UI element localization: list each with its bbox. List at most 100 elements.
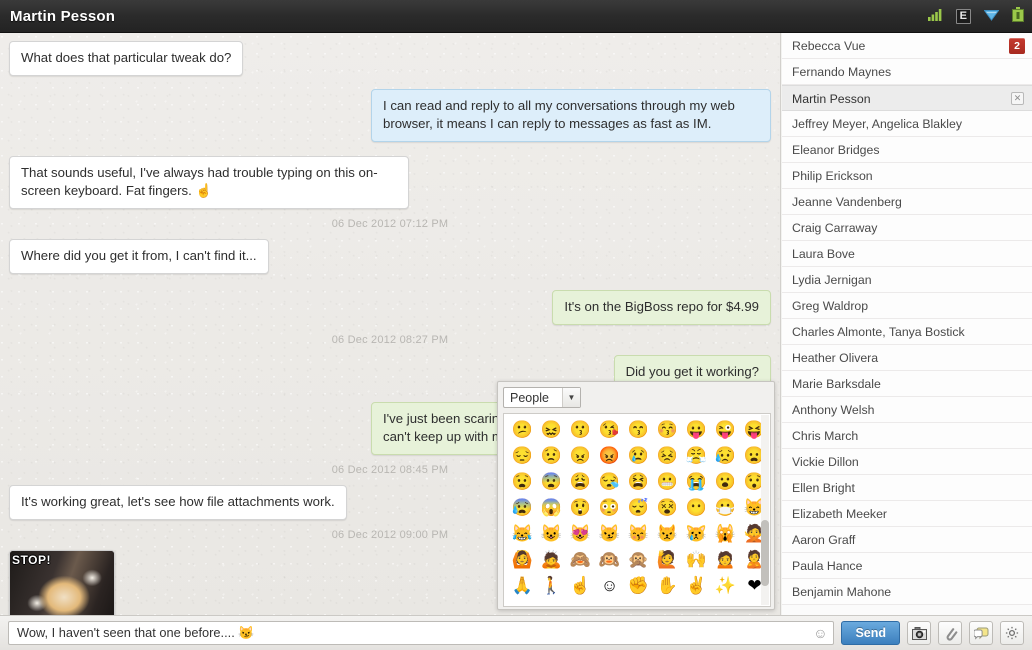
conversation-list-item[interactable]: Rebecca Vue 2	[782, 33, 1032, 59]
emoji-cell[interactable]: 😰	[508, 495, 537, 521]
conversation-list-item[interactable]: Lydia Jernigan	[782, 267, 1032, 293]
emoji-cell[interactable]: 🙇	[537, 547, 566, 573]
conversation-list-item[interactable]: Benjamin Mahone	[782, 579, 1032, 605]
emoji-cell[interactable]: 😶	[682, 495, 711, 521]
emoji-cell[interactable]: ☺	[595, 573, 624, 599]
emoji-cell[interactable]: 🙌	[682, 547, 711, 573]
unread-badge: 2	[1009, 38, 1025, 54]
emoji-cell[interactable]: ✌	[682, 573, 711, 599]
emoji-cell[interactable]: 😢	[624, 443, 653, 469]
emoji-cell[interactable]: 😽	[624, 521, 653, 547]
speech-bubble-icon[interactable]	[969, 621, 993, 645]
emoji-cell[interactable]: 😟	[537, 443, 566, 469]
conversation-list[interactable]: Rebecca Vue 2 Fernando Maynes Martin Pesson…	[782, 33, 1032, 615]
emoji-cell[interactable]: 😜	[711, 417, 740, 443]
camera-icon[interactable]	[907, 621, 931, 645]
attachment-image[interactable]: STOP! No more pictures	[9, 550, 115, 615]
emoji-cell[interactable]: 😼	[595, 521, 624, 547]
conversation-list-item[interactable]: Philip Erickson	[782, 163, 1032, 189]
conversation-name: Vickie Dillon	[792, 455, 859, 469]
gear-icon[interactable]	[1000, 621, 1024, 645]
conversation-list-item[interactable]: Paula Hance	[782, 553, 1032, 579]
emoji-cell[interactable]: 😗	[566, 417, 595, 443]
emoji-cell[interactable]: 😿	[682, 521, 711, 547]
emoji-cell[interactable]: 😤	[682, 443, 711, 469]
conversation-list-item[interactable]: Charles Almonte, Tanya Bostick	[782, 319, 1032, 345]
conversation-list-item[interactable]: Aaron Graff	[782, 527, 1032, 553]
conversation-list-item[interactable]: Anthony Welsh	[782, 397, 1032, 423]
emoji-cell[interactable]: 😳	[595, 495, 624, 521]
emoji-cell[interactable]: 🙋	[653, 547, 682, 573]
conversation-list-item[interactable]: Laura Bove	[782, 241, 1032, 267]
chevron-down-icon[interactable]: ▼	[562, 388, 580, 407]
emoji-cell[interactable]: 😻	[566, 521, 595, 547]
conversation-list-item[interactable]: Greg Waldrop	[782, 293, 1032, 319]
emoji-cell[interactable]: 🚶	[537, 573, 566, 599]
emoji-cell[interactable]: 😛	[682, 417, 711, 443]
emoji-cell[interactable]: 😾	[653, 521, 682, 547]
emoji-category-select[interactable]: People ▼	[503, 387, 581, 408]
emoji-cell[interactable]: 😱	[537, 495, 566, 521]
emoji-cell[interactable]: ☝	[566, 573, 595, 599]
emoji-cell[interactable]: ✊	[624, 573, 653, 599]
conversation-name: Charles Almonte, Tanya Bostick	[792, 325, 965, 339]
conversation-list-item[interactable]: Heather Olivera	[782, 345, 1032, 371]
emoji-picker-panel[interactable]: People ▼ 😕 😖 😗 😘 😙 😚 😛 😜 😝 😔 😟 😠 😡 😢 😣 😤 😥 😦 😧 😨 😩 😪 😫 😬 😭 😮 😯 😰 😱 😲 😳…	[497, 381, 775, 610]
emoji-scrollbar-thumb[interactable]	[761, 520, 769, 586]
emoji-cell[interactable]: 😩	[566, 469, 595, 495]
conversation-list-item[interactable]: Jeanne Vandenberg	[782, 189, 1032, 215]
conversation-list-item[interactable]: Martin Pesson ✕	[782, 85, 1032, 111]
send-button[interactable]: Send	[841, 621, 900, 645]
emoji-cell[interactable]: ✋	[653, 573, 682, 599]
emoji-cell[interactable]: ✨	[711, 573, 740, 599]
emoji-cell[interactable]: 😹	[508, 521, 537, 547]
conversation-name: Paula Hance	[792, 559, 863, 573]
emoji-cell[interactable]: 😠	[566, 443, 595, 469]
conversation-list-item[interactable]: Chris March	[782, 423, 1032, 449]
emoji-cell[interactable]: 🙍	[711, 547, 740, 573]
emoji-cell[interactable]: 😧	[508, 469, 537, 495]
emoji-grid-container[interactable]: 😕 😖 😗 😘 😙 😚 😛 😜 😝 😔 😟 😠 😡 😢 😣 😤 😥 😦 😧 😨 😩 😪 😫 😬 😭 😮 😯 😰 😱 😲 😳 😴 😵 😶 😷 😸 😹 😺 😻 😼…	[503, 413, 771, 607]
emoji-cell[interactable]: 😬	[653, 469, 682, 495]
emoji-cell[interactable]: 😕	[508, 417, 537, 443]
emoji-cell[interactable]: 😨	[537, 469, 566, 495]
conversation-list-item[interactable]: Jeffrey Meyer, Angelica Blakley	[782, 111, 1032, 137]
emoji-cell[interactable]: 😥	[711, 443, 740, 469]
emoji-cell[interactable]: 🙆	[508, 547, 537, 573]
emoji-cell[interactable]: 😭	[682, 469, 711, 495]
emoji-cell[interactable]: 😮	[711, 469, 740, 495]
emoji-cell[interactable]: 😣	[653, 443, 682, 469]
emoji-cell[interactable]: 😙	[624, 417, 653, 443]
conversation-list-item[interactable]: Ellen Bright	[782, 475, 1032, 501]
conversation-list-item[interactable]: Vickie Dillon	[782, 449, 1032, 475]
emoji-cell[interactable]: 🙊	[624, 547, 653, 573]
message-input[interactable]: Wow, I haven't seen that one before.... …	[8, 621, 835, 645]
conversation-list-item[interactable]: Eleanor Bridges	[782, 137, 1032, 163]
emoji-cell[interactable]: 🙀	[711, 521, 740, 547]
emoji-cell[interactable]: 🙉	[595, 547, 624, 573]
emoji-cell[interactable]: 😵	[653, 495, 682, 521]
emoji-cell[interactable]: 😲	[566, 495, 595, 521]
close-icon[interactable]: ✕	[1011, 92, 1024, 105]
emoji-cell[interactable]: 😫	[624, 469, 653, 495]
emoji-cell[interactable]: 😔	[508, 443, 537, 469]
conversation-list-item[interactable]: Elizabeth Meeker	[782, 501, 1032, 527]
smiley-icon[interactable]: ☺	[809, 625, 831, 641]
emoji-grid[interactable]: 😕 😖 😗 😘 😙 😚 😛 😜 😝 😔 😟 😠 😡 😢 😣 😤 😥 😦 😧 😨 😩 😪 😫 😬 😭 😮 😯 😰 😱 😲 😳 😴 😵 😶 😷 😸 😹 😺 😻 😼…	[508, 417, 768, 599]
conversation-list-item[interactable]: Craig Carraway	[782, 215, 1032, 241]
conversation-list-item[interactable]: Marie Barksdale	[782, 371, 1032, 397]
emoji-cell[interactable]: 🙏	[508, 573, 537, 599]
emoji-cell[interactable]: 😪	[595, 469, 624, 495]
emoji-cell[interactable]: 😺	[537, 521, 566, 547]
emoji-cell[interactable]: 🙈	[566, 547, 595, 573]
emoji-cell[interactable]: 😡	[595, 443, 624, 469]
emoji-cell[interactable]: 😚	[653, 417, 682, 443]
conversation-list-item[interactable]: Fernando Maynes	[782, 59, 1032, 85]
emoji-cell[interactable]: 😖	[537, 417, 566, 443]
message-row: What does that particular tweak do?	[0, 41, 780, 76]
paperclip-icon[interactable]	[938, 621, 962, 645]
message-input-text[interactable]: Wow, I haven't seen that one before.... …	[9, 625, 809, 641]
emoji-cell[interactable]: 😷	[711, 495, 740, 521]
emoji-cell[interactable]: 😘	[595, 417, 624, 443]
emoji-cell[interactable]: 😴	[624, 495, 653, 521]
